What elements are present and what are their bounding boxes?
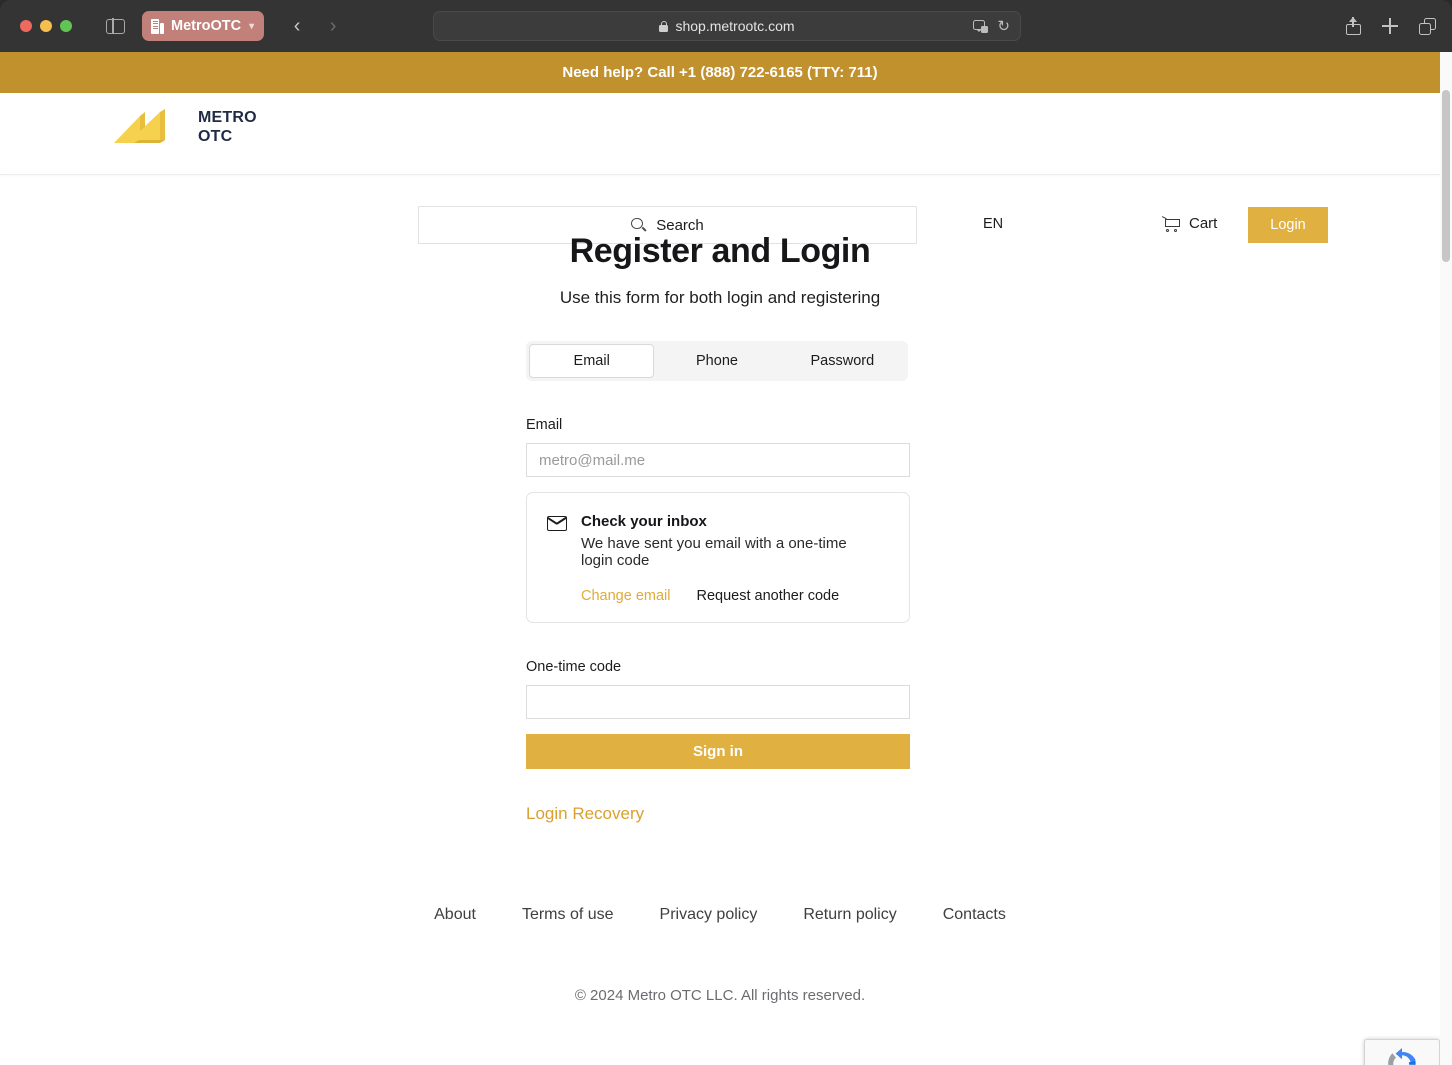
recaptcha-badge[interactable]: Конфиденциальность - Условия использован… [1364, 1039, 1440, 1065]
window-traffic-lights [20, 20, 72, 32]
address-bar[interactable]: shop.metrootc.com ↻ [433, 11, 1021, 41]
auth-form: Email Phone Password Email Check your in… [526, 341, 910, 824]
footer-links: About Terms of use Privacy policy Return… [0, 906, 1440, 924]
help-banner: Need help? Call +1 (888) 722-6165 (TTY: … [0, 52, 1440, 93]
check-inbox-card: Check your inbox We have sent you email … [526, 492, 910, 623]
cart-label: Cart [1189, 215, 1217, 232]
language-selector[interactable]: EN [983, 216, 1003, 232]
tab-overview-icon[interactable] [1419, 18, 1436, 35]
lock-icon [659, 21, 668, 32]
browser-chrome: MetroOTC ▾ ‹ › shop.metrootc.com ↻ [0, 0, 1452, 52]
browser-tab-metrootc[interactable]: MetroOTC ▾ [142, 11, 264, 41]
cart-icon [1162, 216, 1180, 232]
site-header: METRO OTC Search EN Cart Login [0, 93, 1440, 175]
tab-phone[interactable]: Phone [654, 344, 779, 378]
reload-icon[interactable]: ↻ [997, 17, 1010, 35]
check-inbox-title: Check your inbox [581, 513, 881, 530]
chevron-down-icon[interactable]: ▾ [249, 21, 254, 32]
tab-password[interactable]: Password [780, 344, 905, 378]
email-field-label: Email [526, 417, 910, 433]
logo-text: METRO OTC [198, 109, 257, 147]
page-subtitle: Use this form for both login and registe… [0, 288, 1440, 308]
logo-line-1: METRO [198, 109, 257, 128]
close-window-button[interactable] [20, 20, 32, 32]
share-icon[interactable] [1346, 17, 1361, 35]
one-time-code-input[interactable] [526, 685, 910, 719]
maximize-window-button[interactable] [60, 20, 72, 32]
page-viewport: Need help? Call +1 (888) 722-6165 (TTY: … [0, 52, 1452, 1065]
building-icon [151, 19, 164, 34]
scrollbar-thumb[interactable] [1442, 90, 1450, 262]
address-bar-url: shop.metrootc.com [675, 18, 794, 34]
footer-link-terms-of-use[interactable]: Terms of use [499, 906, 637, 924]
footer-link-privacy-policy[interactable]: Privacy policy [637, 906, 781, 924]
tab-email[interactable]: Email [529, 344, 654, 378]
recaptcha-icon [1386, 1048, 1418, 1065]
cart-button[interactable]: Cart [1162, 215, 1217, 232]
minimize-window-button[interactable] [40, 20, 52, 32]
login-recovery-link[interactable]: Login Recovery [526, 804, 644, 824]
footer-link-contacts[interactable]: Contacts [920, 906, 1029, 924]
search-placeholder: Search [656, 217, 704, 234]
new-tab-icon[interactable] [1382, 18, 1398, 34]
footer-link-about[interactable]: About [411, 906, 499, 924]
browser-tab-label: MetroOTC [171, 18, 241, 34]
main-content: Register and Login Use this form for bot… [0, 232, 1440, 1004]
page-scrollbar[interactable] [1440, 52, 1452, 1065]
logo-line-2: OTC [198, 128, 257, 147]
request-another-code-link[interactable]: Request another code [696, 588, 839, 604]
metro-otc-logo-mark [114, 109, 186, 147]
check-inbox-body: We have sent you email with a one-time l… [581, 536, 881, 570]
site-logo[interactable]: METRO OTC [114, 109, 257, 147]
sign-in-button[interactable]: Sign in [526, 734, 910, 769]
footer-link-return-policy[interactable]: Return policy [780, 906, 919, 924]
search-icon [631, 218, 646, 233]
envelope-icon [547, 516, 567, 531]
auth-method-tabs: Email Phone Password [526, 341, 908, 381]
translate-icon[interactable] [973, 20, 988, 33]
page-title: Register and Login [0, 232, 1440, 271]
otp-field-label: One-time code [526, 659, 910, 675]
sidebar-icon [106, 19, 125, 34]
help-banner-text: Need help? Call +1 (888) 722-6165 (TTY: … [562, 64, 877, 81]
email-input[interactable] [526, 443, 910, 477]
copyright-text: © 2024 Metro OTC LLC. All rights reserve… [0, 987, 1440, 1004]
change-email-link[interactable]: Change email [581, 588, 670, 604]
sidebar-toggle-button[interactable] [102, 13, 128, 39]
forward-button[interactable]: › [318, 11, 348, 41]
back-button[interactable]: ‹ [282, 11, 312, 41]
